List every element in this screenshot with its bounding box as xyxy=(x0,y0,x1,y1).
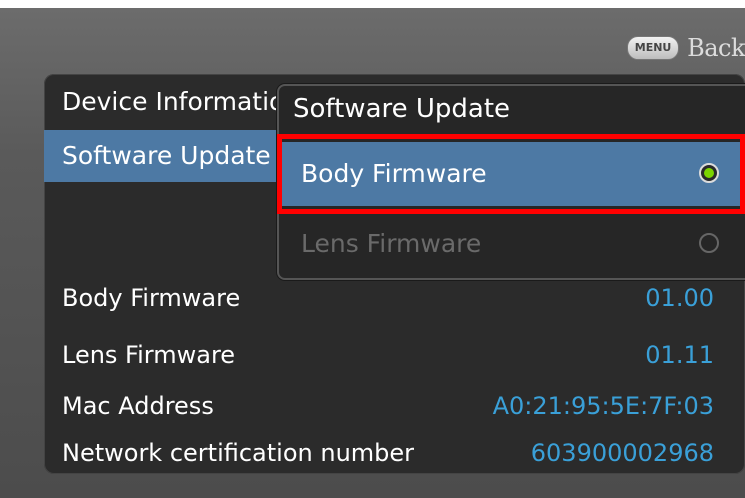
info-value: 01.00 xyxy=(645,284,714,312)
info-label: Network certification number xyxy=(62,439,415,467)
info-row-mac-address: Mac Address A0:21:95:5E:7F:03 xyxy=(62,386,714,426)
option-lens-firmware[interactable]: Lens Firmware xyxy=(281,212,745,276)
option-label: Body Firmware xyxy=(301,159,487,188)
back-control[interactable]: MENU Back xyxy=(627,30,745,66)
info-row-network-certification: Network certification number 60390000296… xyxy=(62,433,714,473)
info-value: 01.11 xyxy=(645,341,714,369)
option-body-firmware[interactable]: Body Firmware xyxy=(281,142,745,206)
info-label: Mac Address xyxy=(62,392,214,420)
sidebar-item-label: Device Information xyxy=(62,87,301,116)
back-label[interactable]: Back xyxy=(687,34,745,62)
sidebar-item-device-information[interactable]: Device Information xyxy=(44,76,302,128)
software-update-popup: Software Update Body Firmware Lens Firmw… xyxy=(277,84,745,280)
info-row-body-firmware: Body Firmware 01.00 xyxy=(62,278,714,318)
popup-title: Software Update xyxy=(293,94,511,124)
info-label: Lens Firmware xyxy=(62,341,236,369)
info-row-lens-firmware: Lens Firmware 01.11 xyxy=(62,335,714,375)
sidebar-item-label: Software Update xyxy=(62,141,271,170)
info-value: A0:21:95:5E:7F:03 xyxy=(492,392,714,420)
menu-button-icon[interactable]: MENU xyxy=(627,36,680,60)
info-value: 603900002968 xyxy=(530,439,714,467)
sidebar-item-software-update[interactable]: Software Update xyxy=(44,130,302,182)
info-label: Body Firmware xyxy=(62,284,241,312)
option-label: Lens Firmware xyxy=(301,229,482,258)
radio-unselected-icon xyxy=(699,233,719,253)
radio-selected-icon xyxy=(699,163,719,183)
